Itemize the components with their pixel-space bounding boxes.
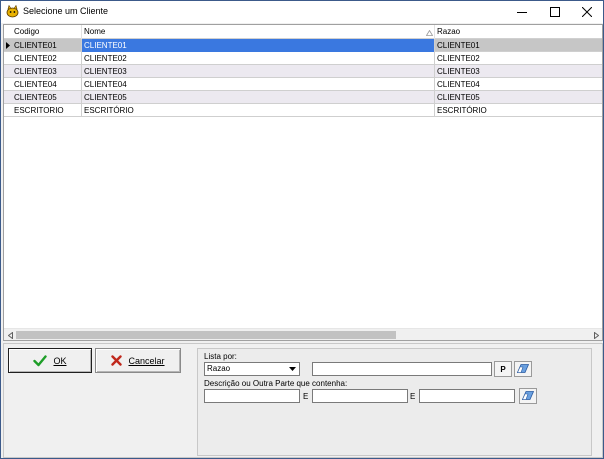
cancel-button[interactable]: Cancelar: [95, 348, 181, 373]
cell-razao[interactable]: ESCRITÓRIO: [435, 104, 602, 117]
sort-indicator-icon: [425, 28, 434, 38]
cancel-label: Cancelar: [128, 355, 165, 366]
scroll-right-icon[interactable]: [590, 329, 602, 341]
description-input-1[interactable]: [204, 389, 300, 403]
client-grid[interactable]: Codigo Nome Razao CLIENTE01 CLIENTE01 CL…: [3, 24, 603, 341]
description-input-3[interactable]: [419, 389, 515, 403]
table-row[interactable]: CLIENTE05 CLIENTE05 CLIENTE05: [4, 91, 602, 104]
app-cat-icon: [6, 4, 19, 18]
cell-razao[interactable]: CLIENTE01: [435, 39, 602, 52]
cell-razao[interactable]: CLIENTE02: [435, 52, 602, 65]
table-row[interactable]: CLIENTE02 CLIENTE02 CLIENTE02: [4, 52, 602, 65]
row-indicator-icon: [4, 39, 12, 52]
table-row[interactable]: ESCRITORIO ESCRITÓRIO ESCRITÓRIO: [4, 104, 602, 117]
list-by-label: Lista por:: [204, 352, 237, 361]
column-header-nome[interactable]: Nome: [82, 25, 435, 39]
table-row[interactable]: CLIENTE03 CLIENTE03 CLIENTE03: [4, 65, 602, 78]
clear-search-button[interactable]: [514, 361, 532, 377]
scrollbar-thumb[interactable]: [16, 331, 396, 339]
ok-button[interactable]: OK: [8, 348, 92, 373]
title-bar: Selecione um Cliente: [1, 1, 603, 23]
table-row[interactable]: CLIENTE01 CLIENTE01 CLIENTE01: [4, 39, 602, 52]
cell-nome[interactable]: CLIENTE02: [82, 52, 435, 65]
cell-nome[interactable]: CLIENTE01: [82, 39, 435, 52]
cell-nome[interactable]: CLIENTE03: [82, 65, 435, 78]
eraser-icon: [521, 390, 535, 402]
maximize-icon: [550, 7, 560, 17]
maximize-button[interactable]: [539, 1, 571, 23]
cell-codigo[interactable]: CLIENTE02: [12, 52, 82, 65]
search-input[interactable]: [312, 362, 492, 376]
client-select-dialog: Selecione um Cliente Codigo Nome Razao C…: [0, 0, 604, 459]
grid-header: Codigo Nome Razao: [4, 25, 602, 39]
cell-nome[interactable]: CLIENTE05: [82, 91, 435, 104]
cell-razao[interactable]: CLIENTE03: [435, 65, 602, 78]
close-icon: [582, 7, 592, 17]
cell-nome[interactable]: ESCRITÓRIO: [82, 104, 435, 117]
chevron-down-icon: [286, 363, 299, 375]
cell-razao[interactable]: CLIENTE05: [435, 91, 602, 104]
column-header-codigo[interactable]: Codigo: [12, 25, 82, 39]
list-by-value: Razao: [207, 364, 231, 373]
eraser-icon: [516, 363, 530, 375]
scroll-left-icon[interactable]: [4, 329, 16, 341]
cell-codigo[interactable]: ESCRITORIO: [12, 104, 82, 117]
and-label-1: E: [303, 392, 309, 401]
clear-description-button[interactable]: [519, 388, 537, 404]
cell-codigo[interactable]: CLIENTE04: [12, 78, 82, 91]
minimize-button[interactable]: [506, 1, 538, 23]
and-label-2: E: [410, 392, 416, 401]
window-title: Selecione um Cliente: [23, 6, 109, 16]
description-label: Descrição ou Outra Parte que contenha:: [204, 379, 348, 388]
list-by-select[interactable]: Razao: [204, 362, 300, 376]
cell-razao[interactable]: CLIENTE04: [435, 78, 602, 91]
ok-label: OK: [53, 355, 67, 366]
cell-codigo[interactable]: CLIENTE05: [12, 91, 82, 104]
cell-nome[interactable]: CLIENTE04: [82, 78, 435, 91]
column-header-razao[interactable]: Razao: [435, 25, 602, 39]
cell-codigo[interactable]: CLIENTE03: [12, 65, 82, 78]
filter-panel: Lista por: Razao P Descrição ou Outra Pa…: [197, 348, 592, 456]
table-row[interactable]: CLIENTE04 CLIENTE04 CLIENTE04: [4, 78, 602, 91]
description-input-2[interactable]: [312, 389, 408, 403]
x-icon: [111, 355, 123, 366]
minimize-icon: [517, 12, 527, 13]
bottom-panel: OK Cancelar Lista por: Razao P Descrição…: [3, 343, 603, 458]
cell-codigo[interactable]: CLIENTE01: [12, 39, 82, 52]
close-button[interactable]: [571, 1, 603, 23]
check-icon: [33, 354, 48, 367]
search-button[interactable]: P: [494, 361, 512, 377]
horizontal-scrollbar[interactable]: [4, 328, 602, 340]
